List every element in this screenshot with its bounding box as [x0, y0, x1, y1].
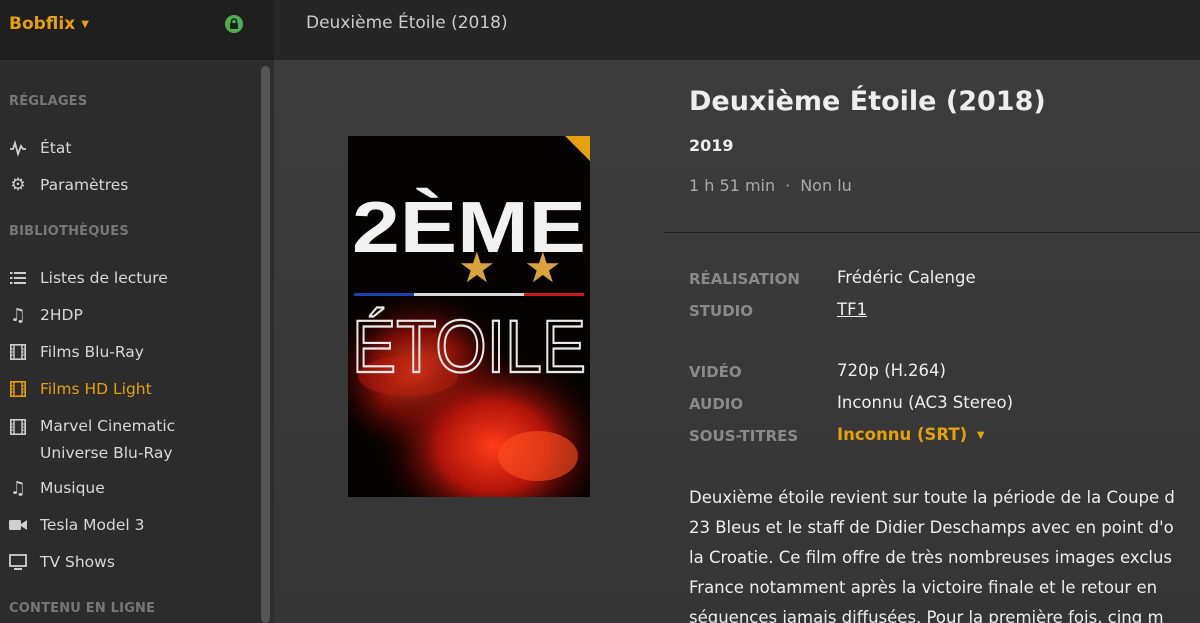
music-note-icon: ♫: [9, 477, 27, 499]
poster-image: 2ÈME ★ ★ ÉTOILE: [348, 136, 590, 497]
section-libraries-heading: BIBLIOTHÈQUES: [9, 224, 129, 239]
subtitles-value: Inconnu (SRT): [837, 425, 968, 444]
sidebar-item-label: Paramètres: [40, 176, 129, 194]
poster-star-left: ★: [458, 243, 496, 292]
summary-line: 23 Bleus et le staff de Didier Deschamps…: [689, 518, 1174, 537]
video-label: VIDÉO: [689, 363, 742, 381]
server-name: Bobflix: [9, 14, 76, 34]
watch-status: Non lu: [800, 176, 852, 195]
summary: Deuxième étoile revient sur toute la pér…: [689, 483, 1200, 623]
film-icon: [8, 379, 28, 399]
topbar: Deuxième Étoile (2018): [274, 0, 1200, 60]
sidebar: Bobflix ▼ RÉGLAGES État ⚙ Paramètres BIB…: [0, 0, 274, 623]
sidebar-item-label-line2: Universe Blu-Ray: [40, 444, 173, 462]
music-note-icon: ♫: [9, 304, 27, 326]
studio-link[interactable]: TF1: [837, 300, 867, 319]
sidebar-scrollbar[interactable]: [261, 66, 270, 623]
movie-meta: 1 h 51 min · Non lu: [689, 176, 852, 195]
sidebar-item-label: Marvel Cinematic Universe Blu-Ray: [40, 413, 175, 467]
sidebar-item-tesla-model-3[interactable]: Tesla Model 3: [8, 515, 145, 535]
activity-icon: [8, 138, 28, 158]
lock-icon[interactable]: [224, 14, 244, 34]
page-title: Deuxième Étoile (2018): [306, 13, 508, 33]
sidebar-item-marvel[interactable]: Marvel Cinematic Universe Blu-Ray: [8, 413, 175, 467]
divider: [664, 232, 1200, 233]
sidebar-item-films-hd-light[interactable]: Films HD Light: [8, 379, 152, 399]
sidebar-item-listes-de-lecture[interactable]: Listes de lecture: [8, 268, 168, 288]
sidebar-item-label-line1: Marvel Cinematic: [40, 417, 176, 435]
sidebar-item-etat[interactable]: État: [8, 138, 71, 158]
audio-label: AUDIO: [689, 395, 744, 413]
movie-title: Deuxième Étoile (2018): [689, 86, 1046, 117]
sidebar-item-label: Tesla Model 3: [40, 516, 145, 534]
sidebar-item-label: État: [40, 139, 72, 157]
sidebar-item-label: Listes de lecture: [40, 269, 168, 287]
section-online-heading: CONTENU EN LIGNE: [9, 601, 156, 616]
list-icon: [8, 268, 28, 288]
video-camera-icon: [8, 515, 28, 535]
movie-year: 2019: [689, 136, 734, 155]
poster-text-line2: ÉTOILE: [352, 305, 586, 388]
caret-down-icon: ▼: [81, 18, 89, 30]
studio-label: STUDIO: [689, 302, 753, 320]
audio-value: Inconnu (AC3 Stereo): [837, 393, 1014, 412]
director-label: RÉALISATION: [689, 270, 800, 288]
poster-star-right: ★: [524, 243, 562, 292]
sidebar-item-tv-shows[interactable]: TV Shows: [8, 552, 115, 572]
server-selector[interactable]: Bobflix ▼: [9, 14, 89, 34]
summary-line: Deuxième étoile revient sur toute la pér…: [689, 488, 1175, 507]
sidebar-item-label: 2HDP: [40, 306, 83, 324]
subtitles-label: SOUS-TITRES: [689, 427, 799, 445]
film-icon: [8, 417, 28, 437]
director-value: Frédéric Calenge: [837, 268, 976, 287]
subtitles-dropdown[interactable]: Inconnu (SRT) ▼: [837, 425, 985, 444]
video-value: 720p (H.264): [837, 361, 946, 380]
movie-duration: 1 h 51 min: [689, 176, 776, 195]
sidebar-item-musique[interactable]: ♫ Musique: [8, 477, 105, 499]
gear-icon: ⚙: [10, 175, 26, 195]
main-content: 2ÈME ★ ★ ÉTOILE Deuxième Étoile (2018) 2…: [274, 60, 1200, 623]
sidebar-item-label: Films Blu-Ray: [40, 343, 144, 361]
sidebar-item-label: Musique: [40, 479, 105, 497]
sidebar-header: Bobflix ▼: [0, 0, 274, 60]
meta-separator: ·: [785, 176, 791, 195]
film-icon: [8, 342, 28, 362]
caret-down-icon: ▼: [976, 430, 985, 441]
summary-line: séquences jamais diffusées. Pour la prem…: [689, 608, 1164, 623]
sidebar-item-label: TV Shows: [40, 553, 115, 571]
monitor-icon: [8, 552, 28, 572]
poster[interactable]: 2ÈME ★ ★ ÉTOILE: [348, 136, 590, 497]
sidebar-item-2hdp[interactable]: ♫ 2HDP: [8, 304, 83, 326]
sidebar-item-parametres[interactable]: ⚙ Paramètres: [8, 175, 128, 195]
sidebar-item-label: Films HD Light: [40, 380, 152, 398]
summary-line: la Croatie. Ce film offre de très nombre…: [689, 548, 1173, 567]
sidebar-item-films-blu-ray[interactable]: Films Blu-Ray: [8, 342, 144, 362]
section-settings-heading: RÉGLAGES: [9, 94, 88, 109]
summary-line: France notamment après la victoire final…: [689, 578, 1158, 597]
